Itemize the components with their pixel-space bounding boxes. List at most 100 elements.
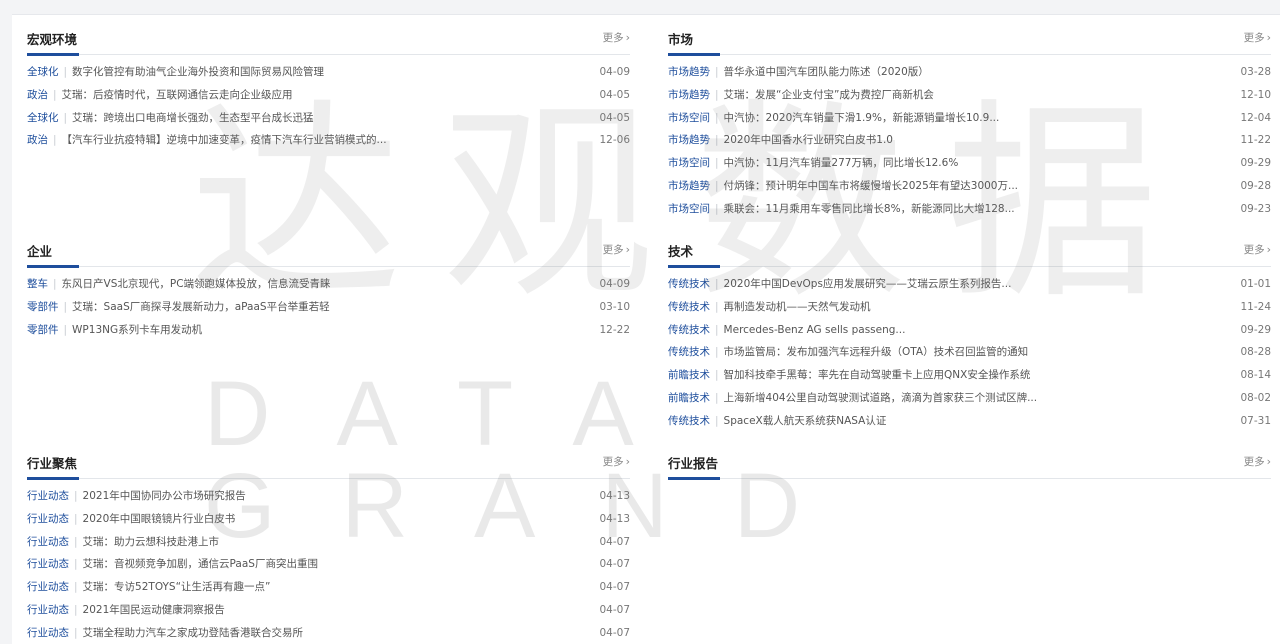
category-tag[interactable]: 零部件: [27, 324, 59, 336]
category-tag[interactable]: 市场空间: [668, 112, 710, 124]
category-tag[interactable]: 全球化: [27, 112, 59, 124]
category-tag[interactable]: 传统技术: [668, 415, 710, 427]
news-title[interactable]: WP13NG系列卡车用发动机: [72, 324, 202, 336]
news-title[interactable]: 艾瑞：后疫情时代，互联网通信云走向企业级应用: [62, 89, 293, 101]
news-title[interactable]: 市场监管局：发布加强汽车远程升级（OTA）技术召回监管的通知: [724, 346, 1029, 358]
category-tag[interactable]: 市场空间: [668, 157, 710, 169]
list-item[interactable]: 市场趋势 | 普华永道中国汽车团队能力陈述（2020版） 03-28: [668, 61, 1271, 84]
list-item[interactable]: 行业动态 | 艾瑞：助力云想科技赴港上市 04-07: [27, 531, 630, 554]
news-date: 04-07: [599, 581, 630, 594]
news-title[interactable]: 乘联会：11月乘用车零售同比增长8%，新能源同比大增128...: [724, 203, 1015, 215]
list-item[interactable]: 前瞻技术 | 上海新增404公里自动驾驶测试道路，滴滴为首家获三个测试区牌... 08…: [668, 387, 1271, 410]
news-title[interactable]: 2021年国民运动健康洞察报告: [83, 604, 225, 616]
list-item[interactable]: 政治 | 【汽车行业抗疫特辑】逆境中加速变革，疫情下汽车行业营销模式的... 12-0…: [27, 129, 630, 152]
news-date: 11-24: [1240, 300, 1271, 313]
category-tag[interactable]: 行业动态: [27, 558, 69, 570]
news-title[interactable]: 东风日产VS北京现代，PC端领跑媒体投放，信息流受青睐: [62, 278, 331, 290]
list-item[interactable]: 传统技术 | Mercedes-Benz AG sells passeng... 09…: [668, 319, 1271, 342]
list-item[interactable]: 行业动态 | 艾瑞全程助力汽车之家成功登陆香港联合交易所 04-07: [27, 622, 630, 644]
category-tag[interactable]: 行业动态: [27, 581, 69, 593]
category-tag[interactable]: 全球化: [27, 66, 59, 78]
news-title[interactable]: 再制造发动机——天然气发动机: [724, 301, 871, 313]
list-item[interactable]: 全球化 | 数字化管控有助油气企业海外投资和国际贸易风险管理 04-09: [27, 61, 630, 84]
news-title[interactable]: 中汽协：11月汽车销量277万辆，同比增长12.6%: [724, 157, 959, 169]
category-tag[interactable]: 传统技术: [668, 346, 710, 358]
separator: |: [74, 603, 78, 616]
category-tag[interactable]: 市场空间: [668, 203, 710, 215]
category-tag[interactable]: 行业动态: [27, 490, 69, 502]
more-link[interactable]: 更多 ›: [603, 242, 630, 257]
list-item[interactable]: 行业动态 | 2021年国民运动健康洞察报告 04-07: [27, 599, 630, 622]
list-item[interactable]: 行业动态 | 2021年中国协同办公市场研究报告 04-13: [27, 485, 630, 508]
list-item[interactable]: 行业动态 | 2020年中国眼镜镜片行业白皮书 04-13: [27, 508, 630, 531]
news-title[interactable]: 数字化管控有助油气企业海外投资和国际贸易风险管理: [72, 66, 324, 78]
list-item[interactable]: 市场空间 | 中汽协：11月汽车销量277万辆，同比增长12.6% 09-29: [668, 152, 1271, 175]
news-title[interactable]: 中汽协：2020汽车销量下滑1.9%，新能源销量增长10.9...: [724, 112, 1000, 124]
list-item[interactable]: 行业动态 | 艾瑞：音视频竞争加剧，通信云PaaS厂商突出重围 04-07: [27, 553, 630, 576]
list-item[interactable]: 零部件 | 艾瑞：SaaS厂商探寻发展新动力，aPaaS平台举重若轻 03-10: [27, 296, 630, 319]
category-tag[interactable]: 市场趋势: [668, 66, 710, 78]
category-tag[interactable]: 前瞻技术: [668, 369, 710, 381]
news-title[interactable]: 艾瑞：助力云想科技赴港上市: [83, 536, 220, 548]
news-title[interactable]: 艾瑞：专访52TOYS“让生活再有趣一点”: [83, 581, 271, 593]
list-item[interactable]: 市场趋势 | 2020年中国香水行业研究白皮书1.0 11-22: [668, 129, 1271, 152]
category-tag[interactable]: 市场趋势: [668, 134, 710, 146]
list-item[interactable]: 传统技术 | 2020年中国DevOps应用发展研究——艾瑞云原生系列报告... 01…: [668, 273, 1271, 296]
news-title[interactable]: Mercedes-Benz AG sells passeng...: [724, 324, 906, 336]
list-item[interactable]: 传统技术 | SpaceX载人航天系统获NASA认证 07-31: [668, 410, 1271, 433]
news-title[interactable]: 上海新增404公里自动驾驶测试道路，滴滴为首家获三个测试区牌...: [724, 392, 1038, 404]
more-link[interactable]: 更多 ›: [1244, 242, 1271, 257]
list-item[interactable]: 市场空间 | 乘联会：11月乘用车零售同比增长8%，新能源同比大增128... 09-…: [668, 198, 1271, 221]
category-tag[interactable]: 市场趋势: [668, 89, 710, 101]
category-tag[interactable]: 传统技术: [668, 324, 710, 336]
news-title[interactable]: 艾瑞：发展“企业支付宝”成为费控厂商新机会: [724, 89, 934, 101]
category-tag[interactable]: 行业动态: [27, 627, 69, 639]
list-item[interactable]: 市场趋势 | 付炳锋：预计明年中国车市将缓慢增长2025年有望达3000万... 09…: [668, 175, 1271, 198]
news-title[interactable]: 付炳锋：预计明年中国车市将缓慢增长2025年有望达3000万...: [724, 180, 1018, 192]
list-item[interactable]: 零部件 | WP13NG系列卡车用发动机 12-22: [27, 319, 630, 342]
news-title[interactable]: 艾瑞：音视频竞争加剧，通信云PaaS厂商突出重围: [83, 558, 318, 570]
news-title[interactable]: SpaceX载人航天系统获NASA认证: [724, 415, 887, 427]
news-title[interactable]: 艾瑞全程助力汽车之家成功登陆香港联合交易所: [83, 627, 304, 639]
list-item[interactable]: 市场趋势 | 艾瑞：发展“企业支付宝”成为费控厂商新机会 12-10: [668, 84, 1271, 107]
list-item[interactable]: 传统技术 | 市场监管局：发布加强汽车远程升级（OTA）技术召回监管的通知 08-28: [668, 341, 1271, 364]
more-link[interactable]: 更多 ›: [603, 454, 630, 469]
list-item[interactable]: 传统技术 | 再制造发动机——天然气发动机 11-24: [668, 296, 1271, 319]
news-title[interactable]: 2020年中国香水行业研究白皮书1.0: [724, 134, 893, 146]
news-title[interactable]: 【汽车行业抗疫特辑】逆境中加速变革，疫情下汽车行业营销模式的...: [62, 134, 387, 146]
category-tag[interactable]: 政治: [27, 134, 48, 146]
category-tag[interactable]: 行业动态: [27, 536, 69, 548]
news-title[interactable]: 艾瑞：跨境出口电商增长强劲，生态型平台成长迅猛: [72, 112, 314, 124]
category-tag[interactable]: 前瞻技术: [668, 392, 710, 404]
news-title[interactable]: 2021年中国协同办公市场研究报告: [83, 490, 246, 502]
list-item[interactable]: 全球化 | 艾瑞：跨境出口电商增长强劲，生态型平台成长迅猛 04-05: [27, 107, 630, 130]
separator: |: [715, 88, 719, 101]
more-link[interactable]: 更多 ›: [1244, 30, 1271, 45]
more-label: 更多: [1243, 244, 1265, 256]
category-tag[interactable]: 传统技术: [668, 301, 710, 313]
panel-tech: 技术 更多 › 传统技术 | 2020年中国DevOps应用发展研究——艾瑞云原生系列…: [668, 227, 1271, 433]
category-tag[interactable]: 市场趋势: [668, 180, 710, 192]
category-tag[interactable]: 政治: [27, 89, 48, 101]
news-title[interactable]: 2020年中国DevOps应用发展研究——艾瑞云原生系列报告...: [724, 278, 1012, 290]
list-item[interactable]: 政治 | 艾瑞：后疫情时代，互联网通信云走向企业级应用 04-05: [27, 84, 630, 107]
news-title[interactable]: 艾瑞：SaaS厂商探寻发展新动力，aPaaS平台举重若轻: [72, 301, 330, 313]
news-title[interactable]: 智加科技牵手黑莓：率先在自动驾驶重卡上应用QNX安全操作系统: [724, 369, 1031, 381]
category-tag[interactable]: 零部件: [27, 301, 59, 313]
panel-macro: 宏观环境 更多 › 全球化 | 数字化管控有助油气企业海外投资和国际贸易风险管理 04-…: [27, 15, 630, 152]
list-item[interactable]: 市场空间 | 中汽协：2020汽车销量下滑1.9%，新能源销量增长10.9... 12…: [668, 107, 1271, 130]
news-title[interactable]: 2020年中国眼镜镜片行业白皮书: [83, 513, 236, 525]
category-tag[interactable]: 行业动态: [27, 604, 69, 616]
news-date: 07-31: [1240, 414, 1271, 427]
category-tag[interactable]: 传统技术: [668, 278, 710, 290]
more-link[interactable]: 更多 ›: [1244, 454, 1271, 469]
list-item[interactable]: 行业动态 | 艾瑞：专访52TOYS“让生活再有趣一点” 04-07: [27, 576, 630, 599]
news-date: 08-02: [1240, 391, 1271, 404]
list-item[interactable]: 前瞻技术 | 智加科技牵手黑莓：率先在自动驾驶重卡上应用QNX安全操作系统 08-14: [668, 364, 1271, 387]
list-item[interactable]: 整车 | 东风日产VS北京现代，PC端领跑媒体投放，信息流受青睐 04-09: [27, 273, 630, 296]
category-tag[interactable]: 行业动态: [27, 513, 69, 525]
news-title[interactable]: 普华永道中国汽车团队能力陈述（2020版）: [724, 66, 929, 78]
more-link[interactable]: 更多 ›: [603, 30, 630, 45]
category-tag[interactable]: 整车: [27, 278, 48, 290]
separator: |: [74, 558, 78, 571]
